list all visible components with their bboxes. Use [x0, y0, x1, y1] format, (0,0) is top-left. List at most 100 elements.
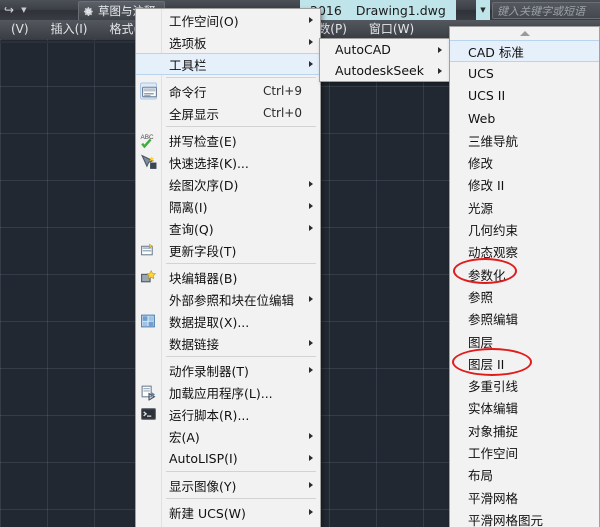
- menu-item-x[interactable]: 数据提取(X)...: [136, 310, 320, 332]
- menu-item-label: 全屏显示: [169, 106, 220, 122]
- menu-separator: [166, 356, 316, 357]
- gear-icon: [83, 6, 94, 17]
- menu-item-[interactable]: 三维导航: [450, 129, 599, 151]
- menu-item-y[interactable]: 显示图像(Y): [136, 474, 320, 496]
- submenu-arrow-icon: [309, 340, 313, 346]
- menu-item-cad[interactable]: CAD 标准: [450, 40, 599, 63]
- command-line-icon: [140, 82, 157, 100]
- menu-item-ucs-u[interactable]: 命名 UCS(U)...: [136, 523, 320, 527]
- menu-item-label: 命令行: [169, 84, 207, 100]
- menu-item-label: 参照编辑: [468, 312, 519, 328]
- menu-item-label: UCS II: [468, 88, 506, 104]
- menu-item-[interactable]: 几何约束: [450, 218, 599, 240]
- menu-item-ucs-ii[interactable]: UCS II: [450, 85, 599, 107]
- document-title: 2016 Drawing1.dwg: [300, 0, 456, 20]
- chevron-down-icon[interactable]: ▼: [476, 0, 490, 20]
- menu-item-[interactable]: 工作空间: [450, 441, 599, 463]
- submenu-arrow-icon: [438, 46, 442, 53]
- menu-item-[interactable]: 参照: [450, 285, 599, 307]
- menu-item-a[interactable]: 宏(A): [136, 425, 320, 447]
- menu-item-label: 数据提取(X)...: [169, 314, 250, 330]
- submenu-arrow-icon: [309, 203, 313, 209]
- search-input[interactable]: 键入关键字或短语: [492, 2, 600, 19]
- submenu-arrow-icon: [309, 181, 313, 187]
- scroll-up-arrow-icon[interactable]: [450, 27, 599, 40]
- menu-item-[interactable]: 动态观察: [450, 241, 599, 263]
- menu-item-label: 选项板: [169, 35, 207, 51]
- menu-item-label: UCS: [468, 65, 494, 81]
- menu-item-autodeskseek[interactable]: AutodeskSeek: [320, 60, 449, 81]
- menu-item-autolisp-i[interactable]: AutoLISP(I): [136, 447, 320, 469]
- menu-item-[interactable]: 对象捕捉: [450, 419, 599, 441]
- menu-item-[interactable]: 多重引线: [450, 374, 599, 396]
- menu-item-label: AutoCAD: [335, 42, 391, 57]
- menu-item-[interactable]: 命令行 Ctrl+9: [136, 80, 320, 102]
- autocad-window: ↪ ▼ 草图与注释 2016 Drawing1.dwg ▼ 键入关键字或短语 (…: [0, 0, 600, 527]
- menu-item-ucs[interactable]: UCS: [450, 62, 599, 84]
- menu-item-label: 参照: [468, 289, 494, 305]
- menu-item-[interactable]: 全屏显示 Ctrl+0: [136, 102, 320, 124]
- menu-item-[interactable]: 实体编辑: [450, 397, 599, 419]
- menu-item-shortcut: Ctrl+0: [262, 106, 302, 120]
- menu-item-[interactable]: 修改: [450, 151, 599, 173]
- menu-item-[interactable]: 外部参照和块在位编辑: [136, 288, 320, 310]
- menu-item-autocad[interactable]: AutoCAD: [320, 39, 449, 60]
- menu-item-ucs-w[interactable]: 新建 UCS(W): [136, 501, 320, 523]
- menu-item-label: 快速选择(K)...: [169, 155, 249, 171]
- redo-arrow-icon[interactable]: ↪: [2, 4, 16, 16]
- menubar-item-window[interactable]: 窗口(W): [358, 20, 425, 39]
- menu-item-i[interactable]: 隔离(I): [136, 195, 320, 217]
- menu-item-t[interactable]: 更新字段(T): [136, 239, 320, 261]
- menu-item-[interactable]: 平滑网格图元: [450, 508, 599, 527]
- menubar-item-0[interactable]: (V): [0, 20, 40, 39]
- menu-item-[interactable]: 数据链接: [136, 332, 320, 354]
- menu-item-l[interactable]: 加载应用程序(L)...: [136, 381, 320, 403]
- menu-item-label: 动态观察: [468, 245, 519, 261]
- run-script-icon: [140, 406, 157, 423]
- menu-item-label: 工作空间: [468, 445, 519, 461]
- data-extraction-icon: [140, 313, 157, 330]
- menu-item-label: 工具栏: [169, 57, 207, 73]
- submenu-arrow-icon: [309, 455, 313, 461]
- menu-item-[interactable]: 布局: [450, 464, 599, 486]
- menu-item-label: 布局: [468, 468, 494, 484]
- menu-item-[interactable]: 工具栏: [136, 53, 320, 75]
- qat-dropdown-caret-icon[interactable]: ▼: [19, 6, 28, 14]
- menu-item-[interactable]: 平滑网格: [450, 486, 599, 508]
- menu-item-t[interactable]: 动作录制器(T): [136, 359, 320, 381]
- menu-item-r[interactable]: 运行脚本(R)...: [136, 403, 320, 425]
- menu-item-label: 实体编辑: [468, 401, 519, 417]
- spellcheck-icon: ABC: [140, 132, 157, 149]
- submenu-arrow-icon: [309, 61, 313, 67]
- menu-item-label: 光源: [468, 200, 494, 216]
- menu-item-label: 三维导航: [468, 133, 519, 149]
- menu-item-label: 对象捕捉: [468, 423, 519, 439]
- menu-item-b[interactable]: 块编辑器(B): [136, 266, 320, 288]
- menu-item-[interactable]: 选项板: [136, 31, 320, 53]
- menu-item-e[interactable]: ABC 拼写检查(E): [136, 129, 320, 151]
- submenu-arrow-icon: [438, 67, 442, 74]
- menu-item-ii[interactable]: 修改 II: [450, 174, 599, 196]
- menu-item-k[interactable]: 快速选择(K)...: [136, 151, 320, 173]
- menu-item-q[interactable]: 查询(Q): [136, 217, 320, 239]
- menu-separator: [166, 263, 316, 264]
- menu-item-d[interactable]: 绘图次序(D): [136, 173, 320, 195]
- menu-item-[interactable]: 图层: [450, 330, 599, 352]
- tools-menu: 工作空间(O) 选项板工具栏命令行 Ctrl+9 全屏显示 Ctrl+0 ABC 拼写检查(…: [135, 8, 321, 527]
- menu-item-label: 修改: [468, 156, 494, 172]
- menu-item-[interactable]: 光源: [450, 196, 599, 218]
- menubar-item-insert[interactable]: 插入(I): [40, 20, 99, 39]
- svg-text:ABC: ABC: [141, 134, 154, 141]
- menu-item-[interactable]: 参数化: [450, 263, 599, 285]
- menu-item-label: 数据链接: [169, 336, 220, 352]
- menu-item-label: 运行脚本(R)...: [169, 407, 250, 423]
- menu-item-o[interactable]: 工作空间(O): [136, 9, 320, 31]
- menu-item-label: 查询(Q): [169, 221, 214, 237]
- menu-item-label: 绘图次序(D): [169, 177, 239, 193]
- menu-item-label: 显示图像(Y): [169, 478, 237, 494]
- menu-item-label: 图层: [468, 334, 494, 350]
- menu-item-web[interactable]: Web: [450, 107, 599, 129]
- menu-item-label: Web: [468, 110, 496, 126]
- menu-item-[interactable]: 参照编辑: [450, 308, 599, 330]
- menu-item-ii[interactable]: 图层 II: [450, 352, 599, 374]
